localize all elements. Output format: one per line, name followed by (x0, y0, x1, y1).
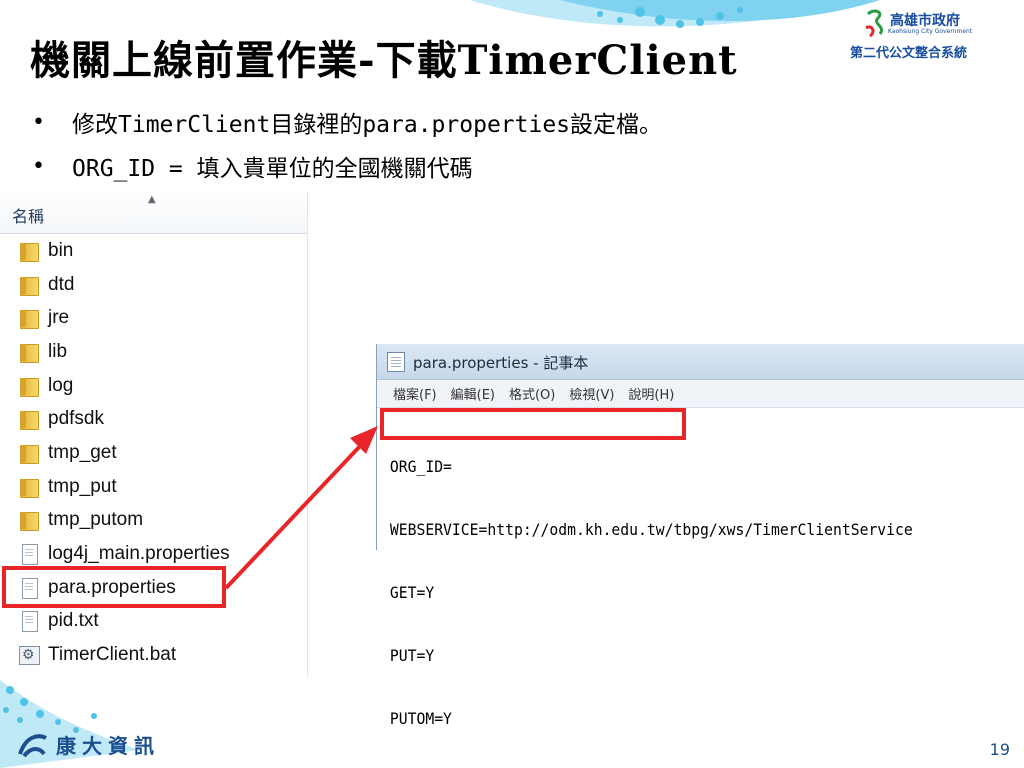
system-name: 第二代公文整合系統 (850, 46, 968, 61)
file-item-label: log (48, 374, 74, 396)
notepad-menubar: 檔案(F) 編輯(E) 格式(O) 檢視(V) 說明(H) (377, 380, 1024, 408)
file-item[interactable]: pid.txt (0, 605, 307, 639)
company-mark-icon (18, 733, 47, 757)
bullet-text: ORG_ID = 填入貴單位的全國機關代碼 (72, 156, 473, 182)
file-item-label: bin (48, 239, 74, 261)
notepad-title: para.properties - 記事本 (413, 354, 589, 372)
sort-ascending-icon: ▲ (148, 194, 156, 205)
file-item-label: tmp_putom (48, 509, 144, 531)
bullet-item: • ORG_ID = 填入貴單位的全國機關代碼 (32, 144, 662, 188)
folder-icon (18, 307, 40, 330)
file-item[interactable]: lib (0, 335, 307, 369)
file-item[interactable]: tmp_putom (0, 504, 307, 538)
text-line-get: GET=Y (389, 583, 435, 602)
file-item[interactable]: pdfsdk (0, 402, 307, 436)
file-item[interactable]: log (0, 369, 307, 403)
file-item[interactable]: dtd (0, 268, 307, 302)
batch-file-icon (18, 644, 40, 666)
file-item-label: pid.txt (48, 610, 99, 632)
government-name-english: Kaohsiung City Government (888, 28, 973, 35)
text-line-put: PUT=Y (389, 646, 435, 665)
file-item[interactable]: TimerClient.bat (0, 638, 307, 672)
folder-icon (18, 341, 40, 363)
folder-icon (18, 442, 40, 464)
menu-format[interactable]: 格式(O) (509, 384, 555, 403)
company-logo: 康大資訊 (16, 730, 160, 759)
name-column-header[interactable]: ▲ 名稱 (0, 192, 307, 234)
notepad-icon (387, 352, 405, 372)
document-icon (18, 610, 40, 633)
folder-icon (18, 408, 40, 431)
notepad-window: para.properties - 記事本 檔案(F) 編輯(E) 格式(O) … (376, 344, 1024, 728)
para-properties-highlight (2, 566, 226, 608)
bullet-item: • 修改TimerClient目錄裡的para.properties設定檔。 (32, 100, 662, 144)
file-item-label: jre (48, 307, 70, 329)
slide-title: 機關上線前置作業-下載TimerClient (30, 37, 738, 84)
menu-file[interactable]: 檔案(F) (393, 384, 437, 403)
kaohsiung-government-logo: 高雄市政府 Kaohsiung City Government 第二代公文整合系… (850, 6, 1010, 62)
file-item-label: pdfsdk (48, 408, 104, 430)
file-item-label: tmp_get (48, 441, 117, 463)
file-item[interactable]: jre (0, 301, 307, 335)
menu-help[interactable]: 說明(H) (628, 384, 674, 403)
bullet-dot-icon: • (32, 153, 45, 179)
org-id-highlight (380, 408, 686, 440)
notepad-titlebar[interactable]: para.properties - 記事本 (377, 344, 1024, 380)
menu-edit[interactable]: 編輯(E) (451, 384, 495, 403)
file-item-label: tmp_put (48, 475, 117, 497)
document-icon (18, 543, 40, 566)
government-name: 高雄市政府 (890, 13, 960, 29)
file-item-label: TimerClient.bat (48, 644, 177, 666)
page-number: 19 (989, 740, 1010, 759)
bullet-text: 修改TimerClient目錄裡的para.properties設定檔。 (72, 112, 663, 138)
folder-icon (18, 375, 40, 397)
file-item[interactable]: bin (0, 234, 307, 268)
file-item-label: dtd (48, 273, 75, 295)
file-item-label: log4j_main.properties (48, 543, 230, 565)
text-line-webservice: WEBSERVICE=http://odm.kh.edu.tw/tbpg/xws… (389, 520, 913, 539)
folder-icon (18, 240, 40, 262)
file-item-label: lib (48, 340, 68, 362)
text-line-org-id: ORG_ID= (389, 457, 452, 476)
text-line-putom: PUTOM=Y (389, 709, 452, 728)
folder-icon (18, 509, 40, 532)
file-item[interactable]: tmp_get (0, 436, 307, 470)
folder-icon (18, 274, 40, 296)
government-emblem-icon (865, 9, 883, 38)
bullet-dot-icon: • (32, 109, 45, 135)
folder-icon (18, 476, 40, 498)
notepad-text-area[interactable]: ORG_ID= WEBSERVICE=http://odm.kh.edu.tw/… (377, 408, 972, 768)
menu-view[interactable]: 檢視(V) (569, 384, 614, 403)
column-header-label: 名稱 (12, 207, 45, 226)
file-item[interactable]: tmp_put (0, 470, 307, 504)
bullet-list: • 修改TimerClient目錄裡的para.properties設定檔。 •… (32, 100, 662, 188)
company-name: 康大資訊 (56, 734, 160, 758)
